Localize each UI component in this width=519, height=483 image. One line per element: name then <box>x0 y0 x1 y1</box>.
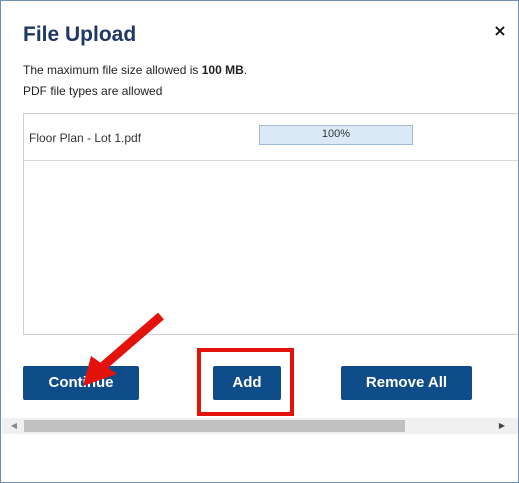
max-size-prefix: The maximum file size allowed is <box>23 63 202 77</box>
add-button[interactable]: Add <box>213 366 281 400</box>
file-list: Floor Plan - Lot 1.pdf 100% <box>23 113 518 335</box>
file-upload-dialog: File Upload × The maximum file size allo… <box>0 0 519 483</box>
close-icon[interactable]: × <box>491 20 509 42</box>
remove-all-button[interactable]: Remove All <box>341 366 472 400</box>
scrollbar-thumb[interactable] <box>24 420 405 432</box>
file-row: Floor Plan - Lot 1.pdf 100% <box>24 114 518 161</box>
file-types-info: PDF file types are allowed <box>23 84 163 98</box>
scroll-right-icon[interactable]: ▶ <box>494 418 510 434</box>
continue-button[interactable]: Continue <box>23 366 139 400</box>
dialog-title: File Upload <box>23 23 137 46</box>
max-size-suffix: . <box>243 63 248 77</box>
max-size-value: 100 MB <box>201 63 244 77</box>
max-size-info: The maximum file size allowed is 100 MB. <box>23 63 247 77</box>
horizontal-scrollbar[interactable]: ◀ ▶ <box>2 418 518 434</box>
progress-label: 100% <box>321 128 351 140</box>
scroll-left-icon[interactable]: ◀ <box>6 418 22 434</box>
upload-progress-bar: 100% <box>259 125 413 145</box>
file-name: Floor Plan - Lot 1.pdf <box>29 131 142 145</box>
